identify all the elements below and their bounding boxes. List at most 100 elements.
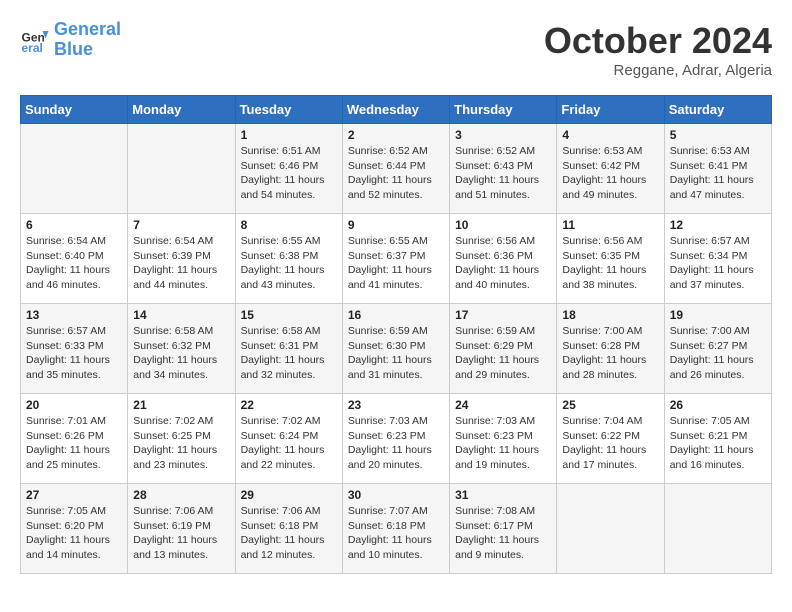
day-number: 27 bbox=[26, 488, 122, 502]
day-number: 2 bbox=[348, 128, 444, 142]
title-block: October 2024 Reggane, Adrar, Algeria bbox=[544, 20, 772, 79]
day-number: 1 bbox=[241, 128, 337, 142]
day-info: Sunrise: 6:59 AMSunset: 6:29 PMDaylight:… bbox=[455, 324, 551, 383]
calendar-week-row: 13 Sunrise: 6:57 AMSunset: 6:33 PMDayligh… bbox=[21, 304, 772, 394]
day-number: 19 bbox=[670, 308, 766, 322]
weekday-header: Saturday bbox=[664, 96, 771, 124]
day-info: Sunrise: 6:51 AMSunset: 6:46 PMDaylight:… bbox=[241, 144, 337, 203]
page-header: Gen eral GeneralBlue October 2024 Reggan… bbox=[20, 20, 772, 79]
day-info: Sunrise: 7:02 AMSunset: 6:25 PMDaylight:… bbox=[133, 414, 229, 473]
calendar-cell: 26 Sunrise: 7:05 AMSunset: 6:21 PMDayligh… bbox=[664, 394, 771, 484]
day-number: 12 bbox=[670, 218, 766, 232]
calendar-cell bbox=[21, 124, 128, 214]
day-info: Sunrise: 7:05 AMSunset: 6:21 PMDaylight:… bbox=[670, 414, 766, 473]
day-number: 13 bbox=[26, 308, 122, 322]
calendar-cell: 9 Sunrise: 6:55 AMSunset: 6:37 PMDaylight… bbox=[342, 214, 449, 304]
weekday-header: Sunday bbox=[21, 96, 128, 124]
day-info: Sunrise: 6:57 AMSunset: 6:34 PMDaylight:… bbox=[670, 234, 766, 293]
calendar-cell: 4 Sunrise: 6:53 AMSunset: 6:42 PMDaylight… bbox=[557, 124, 664, 214]
calendar-body: 1 Sunrise: 6:51 AMSunset: 6:46 PMDaylight… bbox=[21, 124, 772, 574]
weekday-header: Monday bbox=[128, 96, 235, 124]
day-info: Sunrise: 6:55 AMSunset: 6:38 PMDaylight:… bbox=[241, 234, 337, 293]
day-number: 26 bbox=[670, 398, 766, 412]
calendar-cell: 24 Sunrise: 7:03 AMSunset: 6:23 PMDayligh… bbox=[450, 394, 557, 484]
calendar-cell: 30 Sunrise: 7:07 AMSunset: 6:18 PMDayligh… bbox=[342, 484, 449, 574]
day-number: 20 bbox=[26, 398, 122, 412]
day-number: 29 bbox=[241, 488, 337, 502]
day-info: Sunrise: 7:08 AMSunset: 6:17 PMDaylight:… bbox=[455, 504, 551, 563]
calendar-table: SundayMondayTuesdayWednesdayThursdayFrid… bbox=[20, 95, 772, 574]
calendar-cell: 7 Sunrise: 6:54 AMSunset: 6:39 PMDaylight… bbox=[128, 214, 235, 304]
day-number: 17 bbox=[455, 308, 551, 322]
calendar-cell: 21 Sunrise: 7:02 AMSunset: 6:25 PMDayligh… bbox=[128, 394, 235, 484]
day-info: Sunrise: 7:00 AMSunset: 6:27 PMDaylight:… bbox=[670, 324, 766, 383]
calendar-cell bbox=[664, 484, 771, 574]
calendar-week-row: 6Sunrise: 6:54 AMSunset: 6:40 PMDaylight… bbox=[21, 214, 772, 304]
day-number: 10 bbox=[455, 218, 551, 232]
day-number: 21 bbox=[133, 398, 229, 412]
calendar-cell bbox=[128, 124, 235, 214]
day-info: Sunrise: 6:57 AMSunset: 6:33 PMDaylight:… bbox=[26, 324, 122, 383]
calendar-cell: 3 Sunrise: 6:52 AMSunset: 6:43 PMDaylight… bbox=[450, 124, 557, 214]
day-info: Sunrise: 7:06 AMSunset: 6:19 PMDaylight:… bbox=[133, 504, 229, 563]
calendar-cell: 19 Sunrise: 7:00 AMSunset: 6:27 PMDayligh… bbox=[664, 304, 771, 394]
day-info: Sunrise: 6:55 AMSunset: 6:37 PMDaylight:… bbox=[348, 234, 444, 293]
calendar-cell bbox=[557, 484, 664, 574]
day-number: 30 bbox=[348, 488, 444, 502]
day-number: 23 bbox=[348, 398, 444, 412]
day-info: Sunrise: 6:53 AMSunset: 6:41 PMDaylight:… bbox=[670, 144, 766, 203]
day-number: 31 bbox=[455, 488, 551, 502]
calendar-cell: 28 Sunrise: 7:06 AMSunset: 6:19 PMDayligh… bbox=[128, 484, 235, 574]
calendar-week-row: 1 Sunrise: 6:51 AMSunset: 6:46 PMDaylight… bbox=[21, 124, 772, 214]
day-number: 5 bbox=[670, 128, 766, 142]
day-number: 4 bbox=[562, 128, 658, 142]
day-info: Sunrise: 6:53 AMSunset: 6:42 PMDaylight:… bbox=[562, 144, 658, 203]
calendar-cell: 14 Sunrise: 6:58 AMSunset: 6:32 PMDayligh… bbox=[128, 304, 235, 394]
calendar-cell: 12 Sunrise: 6:57 AMSunset: 6:34 PMDayligh… bbox=[664, 214, 771, 304]
day-number: 7 bbox=[133, 218, 229, 232]
day-number: 14 bbox=[133, 308, 229, 322]
calendar-cell: 29Sunrise: 7:06 AMSunset: 6:18 PMDayligh… bbox=[235, 484, 342, 574]
calendar-cell: 18Sunrise: 7:00 AMSunset: 6:28 PMDayligh… bbox=[557, 304, 664, 394]
calendar-week-row: 27 Sunrise: 7:05 AMSunset: 6:20 PMDayligh… bbox=[21, 484, 772, 574]
day-info: Sunrise: 6:59 AMSunset: 6:30 PMDaylight:… bbox=[348, 324, 444, 383]
day-info: Sunrise: 6:58 AMSunset: 6:31 PMDaylight:… bbox=[241, 324, 337, 383]
calendar-header: SundayMondayTuesdayWednesdayThursdayFrid… bbox=[21, 96, 772, 124]
month-title: October 2024 bbox=[544, 20, 772, 62]
calendar-cell: 1 Sunrise: 6:51 AMSunset: 6:46 PMDaylight… bbox=[235, 124, 342, 214]
logo: Gen eral GeneralBlue bbox=[20, 20, 121, 60]
calendar-cell: 17 Sunrise: 6:59 AMSunset: 6:29 PMDayligh… bbox=[450, 304, 557, 394]
calendar-cell: 15Sunrise: 6:58 AMSunset: 6:31 PMDayligh… bbox=[235, 304, 342, 394]
day-info: Sunrise: 7:04 AMSunset: 6:22 PMDaylight:… bbox=[562, 414, 658, 473]
day-number: 3 bbox=[455, 128, 551, 142]
day-info: Sunrise: 6:56 AMSunset: 6:36 PMDaylight:… bbox=[455, 234, 551, 293]
day-info: Sunrise: 7:03 AMSunset: 6:23 PMDaylight:… bbox=[348, 414, 444, 473]
day-info: Sunrise: 6:54 AMSunset: 6:39 PMDaylight:… bbox=[133, 234, 229, 293]
svg-text:eral: eral bbox=[22, 41, 43, 55]
day-info: Sunrise: 6:58 AMSunset: 6:32 PMDaylight:… bbox=[133, 324, 229, 383]
calendar-cell: 20 Sunrise: 7:01 AMSunset: 6:26 PMDayligh… bbox=[21, 394, 128, 484]
day-number: 24 bbox=[455, 398, 551, 412]
location-subtitle: Reggane, Adrar, Algeria bbox=[544, 62, 772, 79]
day-number: 28 bbox=[133, 488, 229, 502]
day-number: 22 bbox=[241, 398, 337, 412]
header-row: SundayMondayTuesdayWednesdayThursdayFrid… bbox=[21, 96, 772, 124]
calendar-week-row: 20 Sunrise: 7:01 AMSunset: 6:26 PMDayligh… bbox=[21, 394, 772, 484]
calendar-cell: 6Sunrise: 6:54 AMSunset: 6:40 PMDaylight… bbox=[21, 214, 128, 304]
calendar-cell: 16 Sunrise: 6:59 AMSunset: 6:30 PMDayligh… bbox=[342, 304, 449, 394]
day-info: Sunrise: 7:03 AMSunset: 6:23 PMDaylight:… bbox=[455, 414, 551, 473]
day-number: 9 bbox=[348, 218, 444, 232]
day-info: Sunrise: 7:01 AMSunset: 6:26 PMDaylight:… bbox=[26, 414, 122, 473]
day-info: Sunrise: 6:52 AMSunset: 6:44 PMDaylight:… bbox=[348, 144, 444, 203]
weekday-header: Tuesday bbox=[235, 96, 342, 124]
calendar-cell: 2 Sunrise: 6:52 AMSunset: 6:44 PMDaylight… bbox=[342, 124, 449, 214]
day-number: 16 bbox=[348, 308, 444, 322]
day-info: Sunrise: 6:56 AMSunset: 6:35 PMDaylight:… bbox=[562, 234, 658, 293]
calendar-cell: 31 Sunrise: 7:08 AMSunset: 6:17 PMDayligh… bbox=[450, 484, 557, 574]
logo-text: GeneralBlue bbox=[54, 20, 121, 60]
day-info: Sunrise: 7:05 AMSunset: 6:20 PMDaylight:… bbox=[26, 504, 122, 563]
day-number: 18 bbox=[562, 308, 658, 322]
day-info: Sunrise: 6:52 AMSunset: 6:43 PMDaylight:… bbox=[455, 144, 551, 203]
day-number: 11 bbox=[562, 218, 658, 232]
day-info: Sunrise: 7:07 AMSunset: 6:18 PMDaylight:… bbox=[348, 504, 444, 563]
